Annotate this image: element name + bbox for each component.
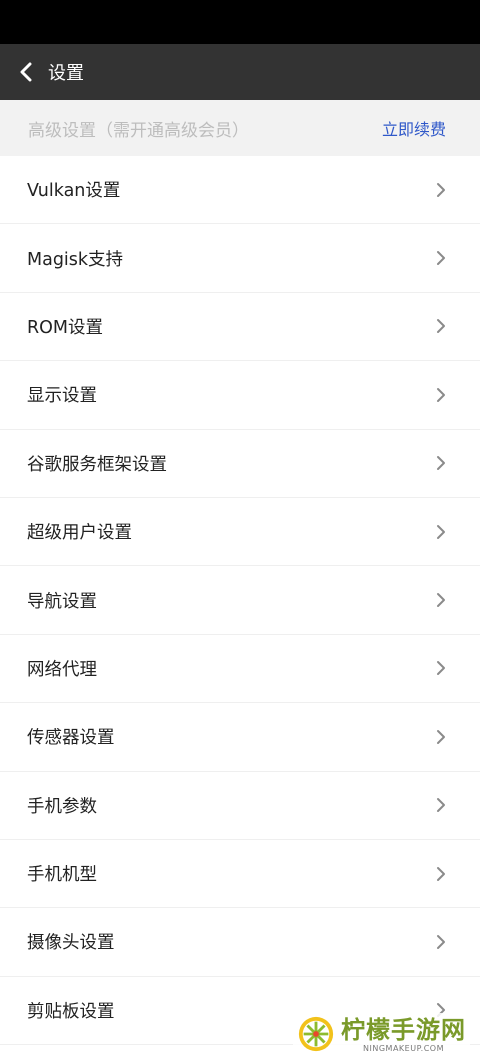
settings-item-network-proxy[interactable]: 网络代理 <box>0 634 480 704</box>
settings-item-label: 显示设置 <box>27 386 97 407</box>
chevron-right-icon <box>437 866 445 881</box>
settings-item-vulkan[interactable]: Vulkan设置 <box>0 156 480 225</box>
settings-item-superuser[interactable]: 超级用户设置 <box>0 497 480 567</box>
settings-item-magisk[interactable]: Magisk支持 <box>0 224 480 293</box>
settings-list: Vulkan设置 Magisk支持 ROM设置 显示设置 谷歌服务框架设置 超级… <box>0 156 480 1046</box>
settings-item-label: 谷歌服务框架设置 <box>27 454 167 475</box>
back-button[interactable] <box>0 44 52 100</box>
app-bar: 设置 <box>0 44 480 100</box>
chevron-right-icon <box>437 729 445 744</box>
chevron-right-icon <box>437 593 445 608</box>
chevron-right-icon <box>437 319 445 334</box>
premium-banner: 高级设置（需开通高级会员） 立即续费 <box>0 100 480 156</box>
settings-item-label: Magisk支持 <box>27 249 124 270</box>
chevron-right-icon <box>437 661 445 676</box>
settings-item-label: 网络代理 <box>27 659 97 680</box>
settings-item-phone-params[interactable]: 手机参数 <box>0 771 480 840</box>
premium-label: 高级设置（需开通高级会员） <box>28 120 249 141</box>
settings-item-label: Vulkan设置 <box>27 181 121 202</box>
page-title: 设置 <box>48 63 84 84</box>
settings-item-label: 手机参数 <box>27 796 97 817</box>
settings-item-phone-model[interactable]: 手机机型 <box>0 839 480 909</box>
lemon-logo-icon <box>298 1016 334 1052</box>
chevron-right-icon <box>437 456 445 471</box>
chevron-right-icon <box>437 182 445 197</box>
chevron-right-icon <box>437 387 445 402</box>
settings-item-rom[interactable]: ROM设置 <box>0 292 480 362</box>
chevron-right-icon <box>437 934 445 949</box>
settings-item-label: 手机机型 <box>27 865 97 886</box>
chevron-left-icon <box>20 62 32 82</box>
settings-item-google-services[interactable]: 谷歌服务框架设置 <box>0 429 480 498</box>
chevron-right-icon <box>437 524 445 539</box>
settings-item-camera[interactable]: 摄像头设置 <box>0 908 480 977</box>
settings-item-label: 剪贴板设置 <box>27 1001 115 1022</box>
watermark-text: 柠檬手游网 NINGMAKEUP.COM <box>341 1016 466 1053</box>
settings-item-navigation[interactable]: 导航设置 <box>0 566 480 635</box>
watermark-domain: NINGMAKEUP.COM <box>363 1043 444 1053</box>
settings-item-label: 传感器设置 <box>27 728 115 749</box>
settings-item-label: ROM设置 <box>27 317 104 338</box>
settings-item-label: 导航设置 <box>27 591 97 612</box>
chevron-right-icon <box>437 251 445 266</box>
status-bar <box>0 0 480 44</box>
settings-item-display[interactable]: 显示设置 <box>0 361 480 430</box>
watermark-name: 柠檬手游网 <box>341 1015 466 1044</box>
renew-button[interactable]: 立即续费 <box>382 116 446 140</box>
settings-item-label: 超级用户设置 <box>27 523 132 544</box>
settings-item-label: 摄像头设置 <box>27 933 115 954</box>
watermark: 柠檬手游网 NINGMAKEUP.COM <box>293 1013 470 1055</box>
settings-item-sensors[interactable]: 传感器设置 <box>0 703 480 772</box>
chevron-right-icon <box>437 798 445 813</box>
